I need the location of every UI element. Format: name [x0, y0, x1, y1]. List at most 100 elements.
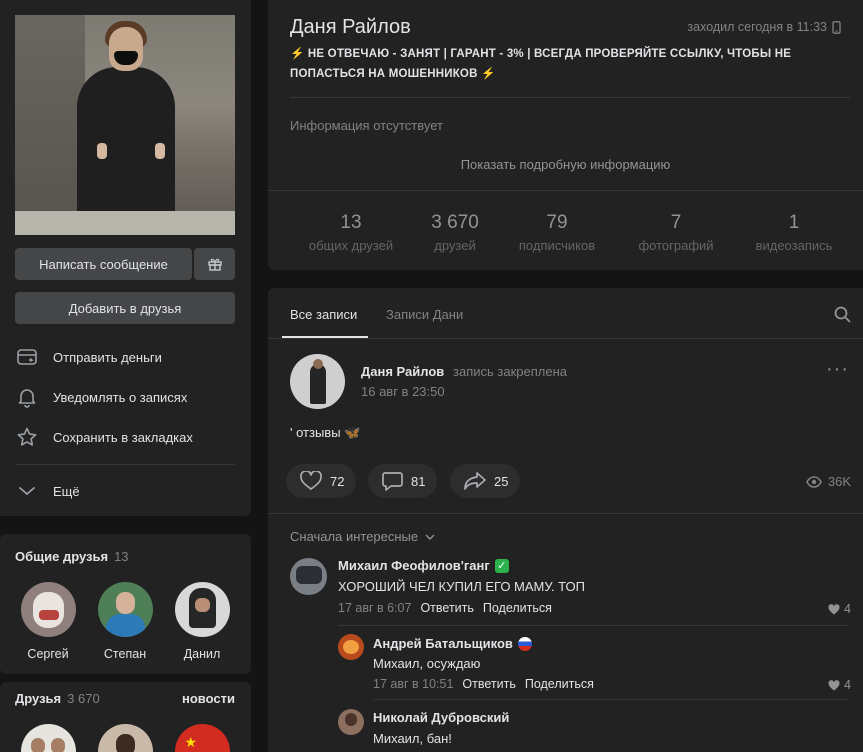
friend-card[interactable]: Степан	[90, 582, 160, 661]
comment-author[interactable]: Андрей Батальщиков	[373, 636, 532, 651]
comment-count: 81	[411, 473, 426, 489]
comment-meta: 17 авг в 10:51 Ответить Поделиться	[373, 677, 594, 691]
post-date[interactable]: 16 авг в 23:50	[361, 384, 445, 399]
profile-info-panel: Даня Райлов заходил сегодня в 11:33 ⚡️ Н…	[268, 0, 863, 270]
counter-value: 13	[340, 212, 362, 233]
more-item[interactable]: Ещё	[15, 473, 235, 509]
friend-card[interactable]	[90, 724, 160, 752]
comment-text: Михаил, осуждаю	[373, 656, 481, 671]
comment-avatar[interactable]	[290, 558, 327, 595]
sort-label: Сначала интересные	[290, 529, 419, 544]
counter-mutual[interactable]: 13 общих друзей	[290, 212, 412, 253]
write-message-button[interactable]: Написать сообщение	[15, 248, 192, 280]
counter-followers[interactable]: 79 подписчиков	[506, 212, 608, 253]
heart-icon	[828, 603, 840, 614]
heart-icon	[300, 471, 322, 490]
bell-icon	[15, 385, 39, 409]
comment-date[interactable]: 17 авг в 10:51	[373, 677, 453, 691]
share-comment-button[interactable]: Поделиться	[483, 601, 552, 615]
counter-label: подписчиков	[518, 238, 596, 253]
friend-card[interactable]: Сергей	[13, 582, 83, 661]
counter-value: 7	[670, 212, 682, 233]
no-info-text: Информация отсутствует	[290, 118, 443, 133]
counter-friends[interactable]: 3 670 друзей	[414, 212, 496, 253]
friends-news-link[interactable]: новости	[182, 691, 235, 706]
avatar	[97, 582, 153, 637]
search-icon[interactable]	[834, 306, 851, 326]
tabs-divider	[268, 338, 863, 339]
eye-icon	[806, 475, 822, 488]
comment-author-name: Михаил Феофилов'ганг	[338, 558, 490, 573]
post-more-icon[interactable]: ···	[826, 359, 849, 379]
notify-posts-label: Уведомлять о записях	[53, 389, 188, 405]
wall-panel: Все записи Записи Дани Даня Райлов запис…	[268, 288, 863, 752]
counter-photos[interactable]: 7 фотографий	[626, 212, 726, 253]
counter-videos[interactable]: 1 видеозапись	[744, 212, 844, 253]
views-count: 36K	[827, 474, 851, 489]
counters-divider	[268, 190, 863, 191]
bookmark-label: Сохранить в закладках	[53, 429, 193, 445]
friend-name: Степан	[103, 647, 147, 661]
comment-text: ХОРОШИЙ ЧЕЛ КУПИЛ ЕГО МАМУ. ТОП	[338, 579, 585, 594]
mutual-friends-title: Общие друзья	[15, 549, 109, 564]
friends-header[interactable]: Друзья 3 670	[15, 691, 100, 706]
counter-label: друзей	[434, 238, 476, 253]
friends-block: Друзья 3 670 новости ★	[0, 682, 251, 752]
post-author-name[interactable]: Даня Райлов	[361, 364, 444, 379]
reply-button[interactable]: Ответить	[420, 601, 473, 615]
show-details-button[interactable]: Показать подробную информацию	[268, 157, 863, 172]
comment-meta: 17 авг в 6:07 Ответить Поделиться	[338, 601, 552, 615]
counter-label: общих друзей	[308, 238, 394, 253]
profile-status[interactable]: ⚡️ НЕ ОТВЕЧАЮ - ЗАНЯТ | ГАРАНТ - 3% | ВС…	[290, 44, 850, 84]
more-label: Ещё	[53, 483, 80, 499]
bookmark-item[interactable]: Сохранить в закладках	[15, 419, 235, 455]
avatar	[20, 724, 76, 752]
post-text: ' отзывы 🦋	[290, 425, 361, 440]
comment-divider	[373, 699, 848, 700]
comment-author[interactable]: Михаил Феофилов'ганг ✓	[338, 558, 509, 573]
comment-date[interactable]: 17 авг в 6:07	[338, 601, 411, 615]
comment-like-button[interactable]: 4	[828, 678, 851, 692]
send-money-item[interactable]: Отправить деньги	[15, 339, 235, 375]
mutual-friends-header[interactable]: Общие друзья 13	[15, 549, 129, 564]
counter-label: фотографий	[638, 238, 714, 253]
chevron-down-icon	[15, 479, 39, 503]
share-button[interactable]: 25	[450, 464, 521, 498]
comment-text: Михаил, бан!	[373, 731, 452, 746]
star-icon	[15, 425, 39, 449]
comment-icon	[382, 472, 403, 491]
comment-like-count: 4	[844, 678, 851, 692]
share-icon	[464, 472, 486, 490]
mutual-friends-block: Общие друзья 13 Сергей Степан Данил	[0, 534, 251, 674]
friend-card[interactable]	[13, 724, 83, 752]
mobile-icon	[832, 20, 841, 34]
comment-like-count: 4	[844, 602, 851, 616]
views-counter: 36K	[806, 474, 851, 489]
friend-name: Сергей	[27, 647, 69, 661]
menu-divider	[15, 464, 235, 465]
tab-own-posts[interactable]: Записи Дани	[386, 307, 463, 322]
comment-button[interactable]: 81	[368, 464, 438, 498]
add-friend-button[interactable]: Добавить в друзья	[15, 292, 235, 324]
post-pinned-label: запись закреплена	[453, 364, 567, 379]
counter-value: 1	[788, 212, 800, 233]
reply-button[interactable]: Ответить	[462, 677, 515, 691]
last-seen: заходил сегодня в 11:33	[687, 20, 841, 34]
post-author-avatar[interactable]	[290, 354, 345, 409]
money-card-icon	[15, 345, 39, 369]
friend-card[interactable]: ★	[167, 724, 237, 752]
comment-avatar[interactable]	[338, 709, 364, 735]
like-button[interactable]: 72	[286, 464, 357, 498]
avatar	[20, 582, 76, 637]
gift-button[interactable]	[194, 248, 235, 280]
profile-avatar[interactable]	[15, 15, 235, 235]
mutual-friends-count: 13	[114, 549, 129, 564]
friend-card[interactable]: Данил	[167, 582, 237, 661]
tab-all-posts[interactable]: Все записи	[290, 307, 357, 322]
notify-posts-item[interactable]: Уведомлять о записях	[15, 379, 235, 415]
comment-avatar[interactable]	[338, 634, 364, 660]
comment-author[interactable]: Николай Дубровский	[373, 710, 509, 725]
comment-like-button[interactable]: 4	[828, 602, 851, 616]
comments-sort-dropdown[interactable]: Сначала интересные	[290, 529, 435, 544]
share-comment-button[interactable]: Поделиться	[525, 677, 594, 691]
